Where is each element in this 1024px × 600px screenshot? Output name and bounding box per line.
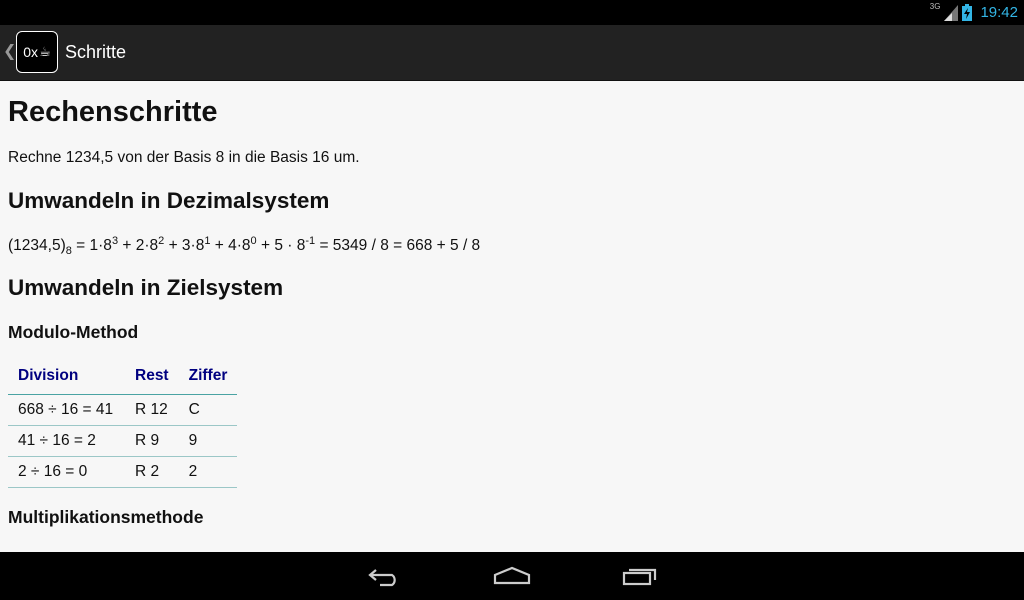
navigation-bar <box>0 552 1024 600</box>
status-bar: 3G 19:42 <box>0 0 1024 25</box>
back-icon <box>368 569 396 587</box>
multiplication-method-heading: Multiplikationsmethode <box>8 507 204 527</box>
division-cell: 2 ÷ 16 = 0 <box>8 456 125 488</box>
app-icon[interactable]: 0x ☕ <box>16 31 58 73</box>
steps-content[interactable]: Rechenschritte Rechne 1234,5 von der Bas… <box>0 81 1024 552</box>
network-type-label: 3G <box>929 2 941 11</box>
column-header-rest: Rest <box>125 358 179 395</box>
app-icon-label: 0x <box>23 44 39 60</box>
coffee-cup-icon: ☕ <box>39 44 51 59</box>
recent-apps-icon <box>622 568 657 586</box>
section-target-heading: Umwandeln in Zielsystem <box>8 275 284 300</box>
table-row: 41 ÷ 16 = 2 R 9 9 <box>8 425 238 457</box>
column-header-division: Division <box>8 358 125 395</box>
modulo-method-heading: Modulo-Method <box>8 322 139 342</box>
rest-cell: R 12 <box>125 394 179 426</box>
decimal-formula: (1234,5)8 = 1·83 + 2·82 + 3·81 + 4·80 + … <box>8 235 481 257</box>
status-icons: 3G 19:42 <box>930 0 1018 25</box>
action-bar-title: Schritte <box>65 42 127 62</box>
column-header-digit: Ziffer <box>178 358 238 395</box>
division-cell: 668 ÷ 16 = 41 <box>8 394 125 426</box>
home-button[interactable] <box>482 560 542 592</box>
rest-cell: R 9 <box>125 425 179 457</box>
status-clock: 19:42 <box>980 4 1018 21</box>
signal-icon <box>944 4 959 21</box>
up-navigation-icon[interactable]: ❮ <box>3 41 16 61</box>
home-icon <box>493 566 531 585</box>
page-title: Rechenschritte <box>8 96 218 128</box>
table-row: 2 ÷ 16 = 0 R 2 2 <box>8 456 238 488</box>
digit-cell: 2 <box>178 456 238 488</box>
intro-text: Rechne 1234,5 von der Basis 8 in die Bas… <box>8 149 360 166</box>
modulo-steps-table: Division Rest Ziffer 668 ÷ 16 = 41 R 12 … <box>8 358 238 488</box>
back-button[interactable] <box>354 560 414 592</box>
table-row: 668 ÷ 16 = 41 R 12 C <box>8 394 238 426</box>
table-header-row: Division Rest Ziffer <box>8 358 238 395</box>
rest-cell: R 2 <box>125 456 179 488</box>
digit-cell: 9 <box>178 425 238 457</box>
digit-cell: C <box>178 394 238 426</box>
division-cell: 41 ÷ 16 = 2 <box>8 425 125 457</box>
action-bar: ❮ 0x ☕ Schritte <box>0 25 1024 81</box>
battery-charging-icon <box>962 4 973 21</box>
section-decimal-heading: Umwandeln in Dezimalsystem <box>8 188 330 213</box>
recent-apps-button[interactable] <box>610 560 670 592</box>
